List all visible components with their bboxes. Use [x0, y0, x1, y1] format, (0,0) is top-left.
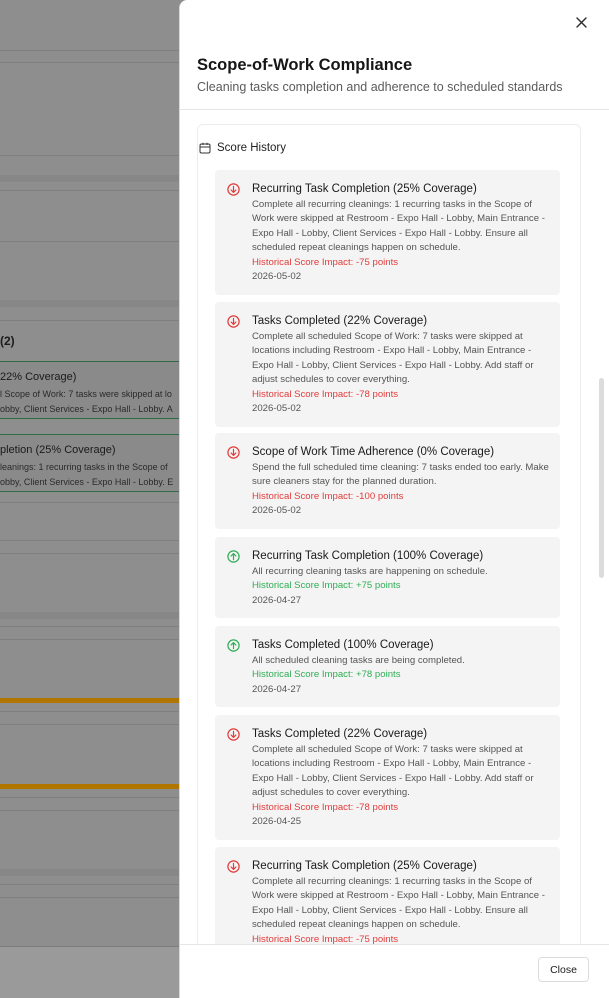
- arrow-down-circle-icon: [227, 446, 240, 459]
- history-item-impact: Historical Score Impact: +78 points: [252, 669, 401, 681]
- bg-section-heading: (2): [0, 334, 15, 348]
- bg-divider: [0, 897, 190, 898]
- bg-divider: [0, 320, 190, 321]
- bg-issue-card[interactable]: pletion (25% Coverage) leanings: 1 recur…: [0, 434, 190, 492]
- history-item: Recurring Task Completion (25% Coverage)…: [215, 847, 560, 946]
- bg-card-text: leanings: 1 recurring tasks in the Scope…: [0, 462, 168, 472]
- bg-band: [0, 300, 190, 307]
- arrow-up-circle-icon: [227, 550, 240, 563]
- history-item: Tasks Completed (22% Coverage) Complete …: [215, 715, 560, 840]
- bg-progress-bar: [0, 698, 190, 703]
- history-item-date: 2026-04-27: [252, 683, 302, 695]
- bg-card-text: obby, Client Services - Expo Hall - Lobb…: [0, 404, 173, 414]
- scrollbar-thumb[interactable]: [599, 378, 604, 578]
- bg-issue-card[interactable]: 22% Coverage) l Scope of Work: 7 tasks w…: [0, 361, 190, 419]
- score-history-label: Score History: [217, 142, 287, 154]
- bg-divider: [0, 553, 190, 554]
- history-item-date: 2026-04-27: [252, 594, 302, 606]
- history-item: Recurring Task Completion (25% Coverage)…: [215, 170, 560, 295]
- history-item-description: Complete all recurring cleanings: 1 recu…: [252, 876, 545, 931]
- bg-footer: [0, 946, 190, 998]
- dialog-title: Scope-of-Work Compliance: [197, 56, 413, 74]
- bg-divider: [0, 797, 190, 798]
- bg-divider: [0, 241, 190, 242]
- bg-divider: [0, 540, 190, 541]
- bg-divider: [0, 884, 190, 885]
- history-item-title: Scope of Work Time Adherence (0% Coverag…: [252, 446, 495, 458]
- history-item-description: Spend the full scheduled time cleaning: …: [252, 462, 549, 488]
- history-item-title: Recurring Task Completion (25% Coverage): [252, 183, 477, 195]
- bg-divider: [0, 724, 190, 725]
- bg-card-title: 22% Coverage): [0, 371, 77, 383]
- history-item-description: All scheduled cleaning tasks are being c…: [252, 655, 465, 666]
- bg-divider: [0, 810, 190, 811]
- arrow-down-circle-icon: [227, 728, 240, 741]
- bg-progress-bar: [0, 784, 190, 789]
- bg-band: [0, 869, 190, 876]
- bg-card-text: obby, Client Services - Expo Hall - Lobb…: [0, 477, 174, 487]
- arrow-up-circle-icon: [227, 639, 240, 652]
- history-item-impact: Historical Score Impact: -100 points: [252, 490, 404, 502]
- history-item-impact: Historical Score Impact: -78 points: [252, 801, 399, 813]
- bg-divider: [0, 502, 190, 503]
- scope-of-work-dialog: Scope-of-Work Compliance Cleaning tasks …: [179, 0, 609, 998]
- history-item-impact: Historical Score Impact: -75 points: [252, 256, 399, 268]
- history-item-description: Complete all recurring cleanings: 1 recu…: [252, 199, 545, 254]
- history-item-impact: Historical Score Impact: -78 points: [252, 388, 399, 400]
- history-item-impact: Historical Score Impact: +75 points: [252, 580, 401, 592]
- calendar-icon: [199, 142, 211, 154]
- dialog-footer: Close: [180, 944, 609, 998]
- history-item-description: Complete all scheduled Scope of Work: 7 …: [252, 331, 534, 386]
- history-item-title: Recurring Task Completion (100% Coverage…: [252, 550, 484, 562]
- close-icon[interactable]: [571, 12, 591, 32]
- dialog-subtitle: Cleaning tasks completion and adherence …: [197, 80, 563, 94]
- arrow-down-circle-icon: [227, 315, 240, 328]
- history-item-description: Complete all scheduled Scope of Work: 7 …: [252, 744, 534, 799]
- close-button[interactable]: Close: [538, 957, 589, 982]
- bg-divider: [0, 711, 190, 712]
- bg-divider: [0, 639, 190, 640]
- dialog-scroll-area[interactable]: Score History Recurring Task Completion …: [180, 110, 609, 946]
- bg-band: [0, 175, 190, 182]
- history-item-title: Tasks Completed (22% Coverage): [252, 315, 428, 327]
- bg-card-title: pletion (25% Coverage): [0, 444, 116, 456]
- history-item-description: All recurring cleaning tasks are happeni…: [252, 566, 488, 577]
- score-history-header: Score History: [199, 142, 286, 154]
- history-item-date: 2026-05-02: [252, 505, 302, 517]
- bg-divider: [0, 62, 190, 63]
- history-item-title: Tasks Completed (100% Coverage): [252, 639, 434, 651]
- bg-divider: [0, 155, 190, 156]
- history-item-date: 2026-05-02: [252, 403, 302, 415]
- arrow-down-circle-icon: [227, 183, 240, 196]
- history-item-title: Tasks Completed (22% Coverage): [252, 728, 428, 740]
- bg-band: [0, 612, 190, 619]
- arrow-down-circle-icon: [227, 860, 240, 873]
- bg-divider: [0, 50, 190, 51]
- history-item-date: 2026-04-25: [252, 816, 302, 828]
- history-item: Tasks Completed (100% Coverage) All sche…: [215, 626, 560, 707]
- history-item-title: Recurring Task Completion (25% Coverage): [252, 860, 477, 872]
- bg-card-text: l Scope of Work: 7 tasks were skipped at…: [0, 389, 172, 399]
- history-item: Recurring Task Completion (100% Coverage…: [215, 537, 560, 618]
- history-item-date: 2026-05-02: [252, 271, 302, 283]
- bg-divider: [0, 190, 190, 191]
- app-frame: (2) 22% Coverage) l Scope of Work: 7 tas…: [0, 0, 609, 998]
- background-page: (2) 22% Coverage) l Scope of Work: 7 tas…: [0, 0, 190, 998]
- history-item: Scope of Work Time Adherence (0% Coverag…: [215, 433, 560, 529]
- history-item: Tasks Completed (22% Coverage) Complete …: [215, 302, 560, 427]
- bg-divider: [0, 626, 190, 627]
